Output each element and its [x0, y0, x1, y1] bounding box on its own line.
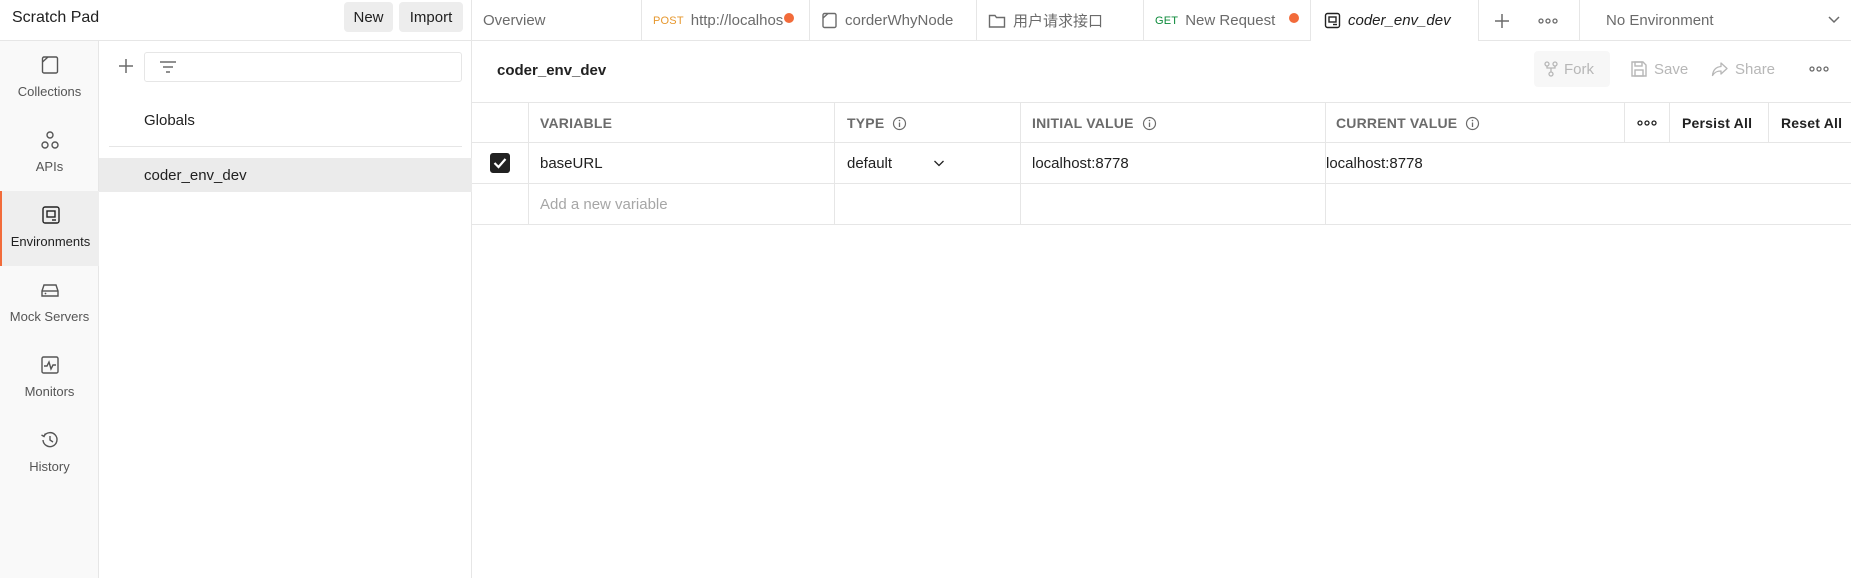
new-button[interactable]: New — [344, 2, 393, 32]
divider — [109, 146, 462, 147]
header-current-value: CURRENT VALUE — [1326, 103, 1625, 143]
reset-all-button[interactable]: Reset All — [1769, 103, 1851, 143]
tab-label: coder_env_dev — [1348, 12, 1451, 29]
collections-icon — [41, 56, 58, 74]
current-value-field[interactable]: localhost:8778 — [1326, 143, 1851, 183]
import-button[interactable]: Import — [399, 2, 463, 32]
header-variable: VARIABLE — [529, 103, 835, 143]
tab-label: New Request — [1185, 12, 1276, 29]
unsaved-dot-icon — [1289, 13, 1299, 23]
chevron-down-icon — [934, 160, 944, 167]
folder-icon — [988, 14, 1006, 28]
new-initial-value-cell[interactable] — [1021, 184, 1326, 224]
tab-folder[interactable]: 用户请求接口 — [977, 0, 1144, 41]
environment-editor: coder_env_dev Fork Save Share VARIABLE T… — [472, 41, 1851, 578]
rail-item-monitors[interactable]: Monitors — [0, 341, 99, 416]
environments-icon — [41, 206, 60, 224]
checkmark-icon — [490, 153, 510, 173]
tab-label: corderWhyNode — [845, 12, 954, 29]
method-badge: GET — [1155, 14, 1179, 27]
save-label: Save — [1654, 60, 1689, 78]
save-icon — [1631, 61, 1647, 77]
fork-icon — [1544, 61, 1558, 77]
tab-get-request[interactable]: GET New Request — [1144, 0, 1311, 41]
rail-label: History — [29, 459, 70, 474]
sidebar-rail: Collections APIs Environments Mock Serve… — [0, 41, 99, 578]
environment-selector-value: No Environment — [1606, 12, 1714, 29]
history-icon — [40, 431, 58, 448]
table-header-row: VARIABLE TYPE INITIAL VALUE CURRENT VALU… — [472, 102, 1851, 143]
chevron-down-icon — [1828, 16, 1840, 24]
variable-name-field[interactable]: baseURL — [529, 143, 835, 183]
tab-label: Overview — [483, 12, 546, 29]
monitor-pulse-icon — [40, 356, 59, 374]
table-more-options-icon[interactable] — [1625, 103, 1670, 143]
filter-icon — [160, 61, 176, 73]
share-icon — [1711, 62, 1728, 77]
info-icon[interactable] — [1465, 116, 1480, 131]
share-label: Share — [1735, 60, 1776, 78]
method-badge: POST — [653, 14, 684, 27]
rail-label: Environments — [10, 234, 91, 249]
tab-collection[interactable]: corderWhyNode — [810, 0, 977, 41]
environment-icon — [1324, 12, 1341, 29]
environment-list-panel: Globals coder_env_dev — [99, 41, 472, 578]
sidebar-item-label: Globals — [144, 111, 195, 129]
new-type-cell[interactable] — [835, 184, 1021, 224]
info-icon[interactable] — [1142, 116, 1157, 131]
tab-options-more-icon[interactable] — [1525, 0, 1571, 41]
share-button[interactable]: Share — [1711, 51, 1775, 87]
table-row-new: Add a new variable — [472, 184, 1851, 225]
rail-item-apis[interactable]: APIs — [0, 116, 99, 191]
environment-selector[interactable]: No Environment — [1579, 0, 1851, 41]
add-environment-plus-icon[interactable] — [115, 55, 137, 77]
info-icon[interactable] — [892, 116, 907, 131]
save-button[interactable]: Save — [1630, 51, 1688, 87]
sidebar-item-globals[interactable]: Globals — [99, 103, 472, 137]
row-enabled-checkbox[interactable] — [472, 143, 529, 183]
rail-label: Collections — [17, 84, 82, 99]
type-select[interactable]: default — [835, 143, 1021, 183]
header-checkbox-column — [472, 103, 529, 143]
unsaved-dot-icon — [784, 13, 794, 23]
tab-overview[interactable]: Overview — [472, 0, 642, 41]
initial-value-field[interactable]: localhost:8778 — [1021, 143, 1326, 183]
tab-post-request[interactable]: POST http://localhos — [642, 0, 810, 41]
workspace-title[interactable]: Scratch Pad — [12, 9, 99, 27]
new-current-value-cell[interactable] — [1326, 184, 1851, 224]
tab-label: http://localhos — [690, 12, 783, 29]
mock-server-icon — [40, 284, 59, 297]
header-initial-value: INITIAL VALUE — [1021, 103, 1326, 143]
new-tab-plus-icon[interactable] — [1479, 0, 1525, 41]
page-title[interactable]: coder_env_dev — [497, 62, 606, 79]
sidebar-item-label: coder_env_dev — [144, 166, 247, 184]
fork-label: Fork — [1564, 60, 1594, 78]
tab-environment-active[interactable]: coder_env_dev — [1311, 0, 1479, 41]
rail-label: Mock Servers — [9, 309, 90, 324]
fork-button[interactable]: Fork — [1534, 51, 1610, 87]
header-type: TYPE — [835, 103, 1021, 143]
environment-search-input[interactable] — [144, 52, 462, 82]
new-variable-input[interactable]: Add a new variable — [529, 184, 835, 224]
more-options-icon[interactable] — [1809, 51, 1835, 87]
sidebar-item-coder-env-dev[interactable]: coder_env_dev — [99, 158, 472, 192]
rail-item-environments[interactable]: Environments — [0, 191, 99, 266]
rail-item-mock-servers[interactable]: Mock Servers — [0, 266, 99, 341]
table-row: baseURL default localhost:8778 localhost… — [472, 143, 1851, 184]
tab-label: 用户请求接口 — [1013, 13, 1104, 30]
rail-label: APIs — [35, 159, 64, 174]
apis-icon — [40, 131, 59, 149]
collection-icon — [822, 12, 837, 29]
rail-item-history[interactable]: History — [0, 416, 99, 491]
rail-label: Monitors — [24, 384, 75, 399]
workspace-header: Scratch Pad New Import — [0, 0, 472, 41]
new-row-checkbox-cell — [472, 184, 529, 224]
rail-item-collections[interactable]: Collections — [0, 41, 99, 116]
persist-all-button[interactable]: Persist All — [1670, 103, 1769, 143]
